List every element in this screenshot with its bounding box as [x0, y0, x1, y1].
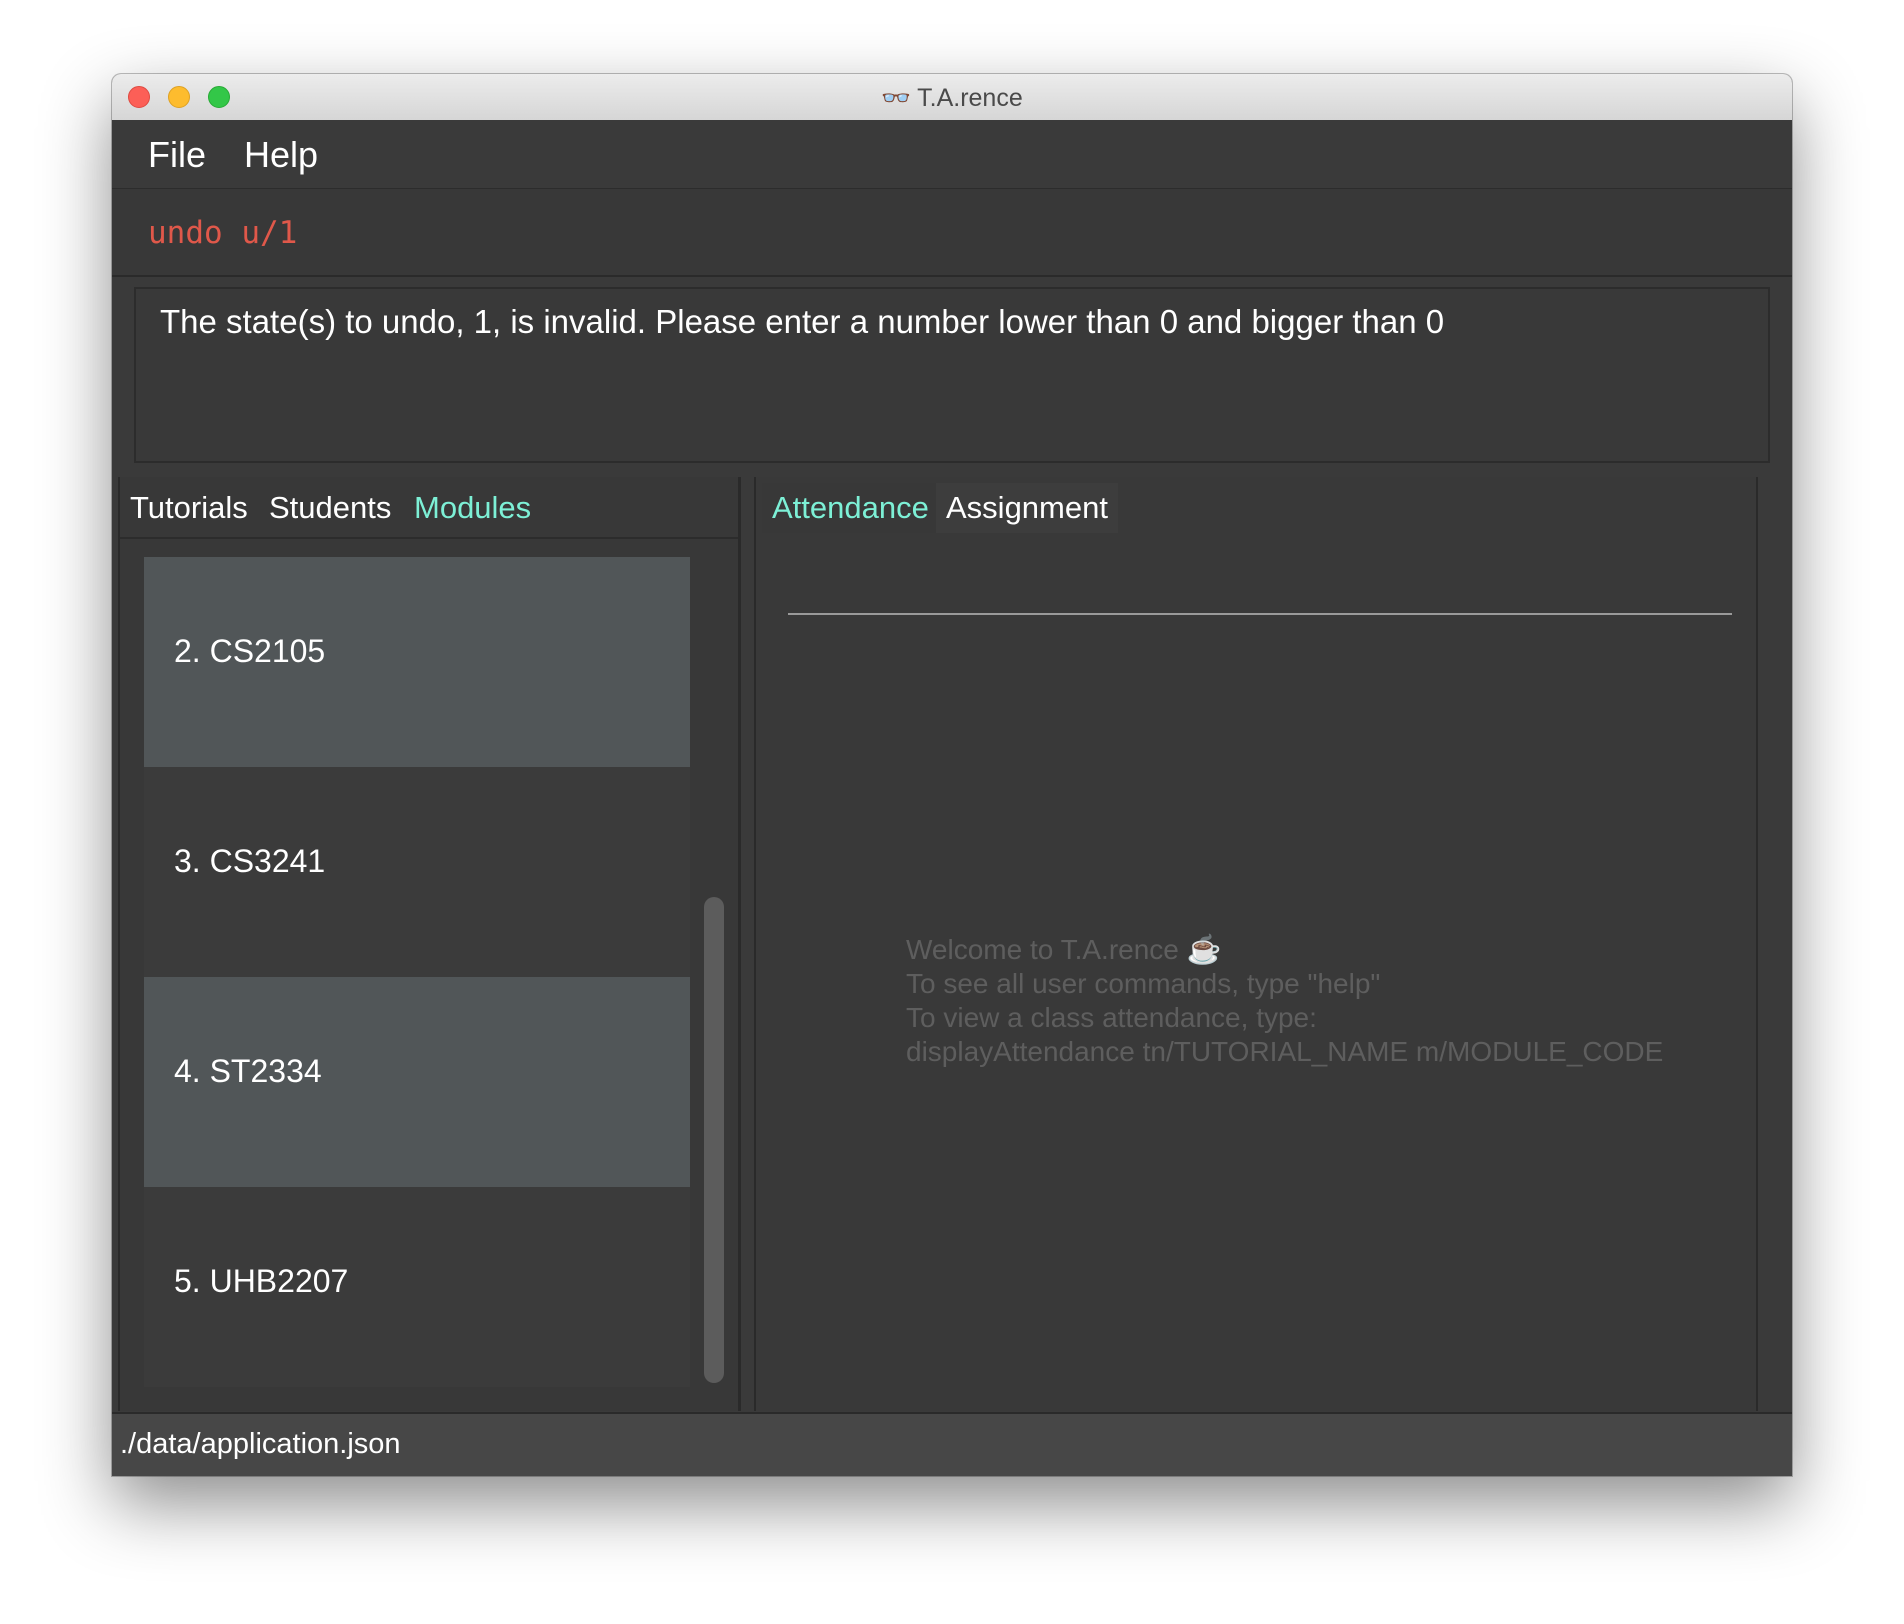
placeholder-line: To see all user commands, type "help" [906, 968, 1381, 999]
tab-attendance[interactable]: Attendance [762, 483, 939, 533]
placeholder-line: displayAttendance tn/TUTORIAL_NAME m/MOD… [906, 1036, 1664, 1067]
menu-file[interactable]: File [148, 134, 206, 176]
attendance-table-header-line [788, 613, 1732, 615]
command-box [112, 189, 1792, 277]
window-title-text: T.A.rence [917, 84, 1023, 112]
right-tab-bar: Attendance Assignment [756, 477, 1756, 537]
placeholder-line: Welcome to T.A.rence ☕ [906, 934, 1222, 965]
tab-modules[interactable]: Modules [404, 483, 542, 533]
title-bar[interactable]: 👓 T.A.rence [112, 74, 1792, 121]
module-label: 3. CS3241 [174, 843, 326, 879]
list-item[interactable]: 3. CS3241 [144, 767, 690, 977]
module-label: 2. CS2105 [174, 633, 326, 669]
menu-help[interactable]: Help [244, 134, 318, 176]
module-list: 2. CS2105 3. CS3241 4. ST2334 5. UHB2207 [144, 557, 690, 1387]
placeholder-line: To view a class attendance, type: [906, 1002, 1317, 1033]
tab-students[interactable]: Students [259, 483, 402, 533]
right-panel: Attendance Assignment Welcome to T.A.ren… [754, 477, 1758, 1411]
left-tab-bar: Tutorials Students Modules [120, 477, 738, 539]
list-scrollbar[interactable] [704, 897, 724, 1383]
app-window: 👓T.A.rence File Help The state(s) to und… [112, 74, 1792, 1476]
save-location-path: ./data/application.json [120, 1428, 401, 1460]
result-display: The state(s) to undo, 1, is invalid. Ple… [134, 287, 1770, 463]
glasses-icon: 👓 [881, 84, 912, 112]
list-item[interactable]: 5. UHB2207 [144, 1187, 690, 1387]
window-title: 👓 T.A.rence [112, 84, 1792, 113]
result-message: The state(s) to undo, 1, is invalid. Ple… [160, 303, 1445, 340]
attendance-placeholder: Welcome to T.A.rence ☕ To see all user c… [906, 933, 1663, 1069]
command-input[interactable] [148, 211, 1648, 255]
tab-assignment[interactable]: Assignment [936, 483, 1118, 533]
list-item[interactable]: 4. ST2334 [144, 977, 690, 1187]
list-item[interactable]: 2. CS2105 [144, 557, 690, 767]
module-label: 5. UHB2207 [174, 1263, 349, 1299]
status-bar: ./data/application.json [112, 1412, 1792, 1476]
tab-tutorials[interactable]: Tutorials [120, 483, 258, 533]
menu-bar: File Help [112, 120, 1792, 189]
left-panel: Tutorials Students Modules 2. CS2105 3. … [118, 477, 741, 1411]
module-label: 4. ST2334 [174, 1053, 322, 1089]
